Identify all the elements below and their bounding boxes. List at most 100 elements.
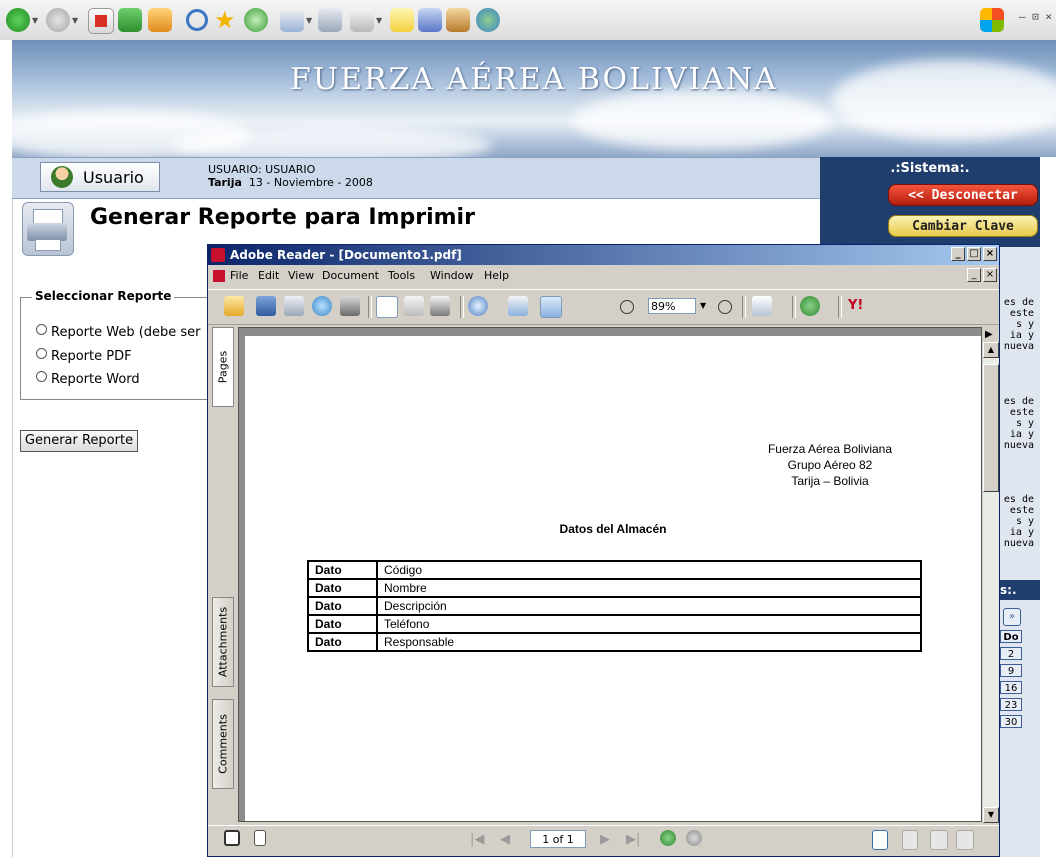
radio-icon[interactable] xyxy=(36,371,47,382)
fit-page-icon[interactable] xyxy=(508,296,528,316)
menu-tools[interactable]: Tools xyxy=(388,266,415,286)
email-icon[interactable] xyxy=(312,296,332,316)
radio-icon[interactable] xyxy=(36,348,47,359)
back-dropdown-icon[interactable]: ▼ xyxy=(32,16,38,25)
disconnect-button[interactable]: << Desconectar xyxy=(888,184,1038,206)
menu-window[interactable]: Window xyxy=(430,266,473,286)
edit-dropdown-icon[interactable]: ▼ xyxy=(376,16,382,25)
help-icon[interactable] xyxy=(800,296,820,316)
print-icon[interactable] xyxy=(284,296,304,316)
print-icon[interactable] xyxy=(318,8,342,32)
save-icon[interactable] xyxy=(256,296,276,316)
continuous-facing-icon[interactable] xyxy=(930,830,948,850)
menu-file[interactable]: File xyxy=(230,266,248,286)
user-button-label: Usuario xyxy=(83,168,144,187)
first-page-icon[interactable]: |◀ xyxy=(470,832,484,847)
contacts-icon[interactable] xyxy=(476,8,500,32)
favorites-icon[interactable]: ★ xyxy=(214,8,238,32)
zoom-plus-icon[interactable] xyxy=(718,300,732,314)
forward-dropdown-icon[interactable]: ▼ xyxy=(72,16,78,25)
prev-page-icon[interactable]: ◀ xyxy=(500,832,510,847)
maximize-icon[interactable]: □ xyxy=(967,247,981,261)
change-password-button[interactable]: Cambiar Clave xyxy=(888,215,1038,237)
page-thumbnail-icon[interactable] xyxy=(224,830,240,846)
history-icon[interactable] xyxy=(244,8,268,32)
menu-edit[interactable]: Edit xyxy=(258,266,279,286)
hand-tool-icon[interactable] xyxy=(376,296,398,318)
menu-document[interactable]: Document xyxy=(322,266,379,286)
refresh-icon[interactable] xyxy=(118,8,142,32)
search-icon[interactable] xyxy=(186,9,208,31)
document-viewport[interactable]: Fuerza Aérea Boliviana Grupo Aéreo 82 Ta… xyxy=(238,327,982,822)
messenger-icon[interactable] xyxy=(418,8,442,32)
tab-attachments[interactable]: Attachments xyxy=(212,597,234,687)
page-indicator[interactable]: 1 of 1 xyxy=(530,830,586,848)
table-row: Dato Responsable xyxy=(307,632,922,652)
tab-pages[interactable]: Pages xyxy=(212,327,234,407)
go-back-icon[interactable] xyxy=(660,830,676,846)
home-icon[interactable] xyxy=(148,8,172,32)
edit-icon[interactable] xyxy=(350,8,374,32)
user-info: USUARIO: USUARIO Tarija 13 - Noviembre -… xyxy=(208,163,373,189)
fit-width-icon[interactable] xyxy=(540,296,562,318)
user-button[interactable]: Usuario xyxy=(40,162,160,192)
research-icon[interactable] xyxy=(446,8,470,32)
banner-title: FUERZA AÉREA BOLIVIANA xyxy=(290,62,778,97)
page-icon[interactable] xyxy=(254,830,266,846)
mail-dropdown-icon[interactable]: ▼ xyxy=(306,16,312,25)
find-icon[interactable] xyxy=(340,296,360,316)
scroll-up-icon[interactable]: ▲ xyxy=(983,342,999,358)
zoom-out-icon[interactable] xyxy=(620,300,634,314)
option-report-web[interactable]: Reporte Web (debe ser xyxy=(36,324,201,340)
tab-comments[interactable]: Comments xyxy=(212,699,234,789)
radio-icon[interactable] xyxy=(36,324,47,335)
calendar-next-icon[interactable]: » xyxy=(1003,608,1021,626)
table-row: Dato Código xyxy=(307,560,922,580)
menu-help[interactable]: Help xyxy=(484,266,509,286)
yahoo-icon[interactable]: Y! xyxy=(848,296,878,316)
minimize-icon[interactable]: _ xyxy=(951,247,965,261)
zoom-dropdown-icon[interactable]: ▼ xyxy=(700,301,706,310)
generate-report-button[interactable]: Generar Reporte xyxy=(20,430,138,452)
option-report-word[interactable]: Reporte Word xyxy=(36,371,140,387)
calendar-day[interactable]: 2 xyxy=(1000,647,1022,660)
company-line-2: Grupo Aéreo 82 xyxy=(787,458,873,472)
doc-minimize-icon[interactable]: _ xyxy=(967,268,981,282)
mail-icon[interactable] xyxy=(280,8,304,32)
vertical-scrollbar[interactable]: ▲ ▼ xyxy=(983,342,999,823)
expand-panel-icon[interactable]: ▶ xyxy=(985,329,993,340)
zoom-level-input[interactable]: 89% xyxy=(648,298,696,314)
go-forward-icon[interactable] xyxy=(686,830,702,846)
back-icon[interactable] xyxy=(6,8,30,32)
scroll-down-icon[interactable]: ▼ xyxy=(983,807,999,823)
side-text-block-3: es de este s y ia y nueva xyxy=(1003,494,1034,549)
open-icon[interactable] xyxy=(224,296,244,316)
calendar-day[interactable]: 9 xyxy=(1000,664,1022,677)
user-info-city: Tarija xyxy=(208,176,242,189)
discuss-icon[interactable] xyxy=(390,8,414,32)
pages-tool-icon[interactable] xyxy=(752,296,772,316)
calendar-day[interactable]: 16 xyxy=(1000,681,1022,694)
continuous-icon[interactable] xyxy=(902,830,918,850)
zoom-in-icon[interactable] xyxy=(468,296,488,316)
side-text-block-2: es de este s y ia y nueva xyxy=(1003,396,1034,451)
stop-icon[interactable] xyxy=(88,8,114,34)
window-controls[interactable]: – ⊡ × xyxy=(1019,10,1052,23)
last-page-icon[interactable]: ▶| xyxy=(626,832,640,847)
snapshot-icon[interactable] xyxy=(430,296,450,316)
single-page-icon[interactable] xyxy=(872,830,888,850)
forward-icon[interactable] xyxy=(46,8,70,32)
windows-logo-icon xyxy=(980,8,1004,32)
facing-icon[interactable] xyxy=(956,830,974,850)
next-page-icon[interactable]: ▶ xyxy=(600,832,610,847)
option-report-pdf[interactable]: Reporte PDF xyxy=(36,348,132,364)
browser-toolbar: ▼ ▼ ★ ▼ ▼ – ⊡ × xyxy=(0,0,1056,41)
calendar-day[interactable]: 23 xyxy=(1000,698,1022,711)
doc-close-icon[interactable]: × xyxy=(983,268,997,282)
scroll-thumb[interactable] xyxy=(983,364,999,492)
adobe-titlebar[interactable]: Adobe Reader - [Documento1.pdf] _ □ × xyxy=(208,245,999,265)
select-text-icon[interactable] xyxy=(404,296,424,316)
close-icon[interactable]: × xyxy=(983,247,997,261)
calendar-day[interactable]: 30 xyxy=(1000,715,1022,728)
menu-view[interactable]: View xyxy=(288,266,314,286)
